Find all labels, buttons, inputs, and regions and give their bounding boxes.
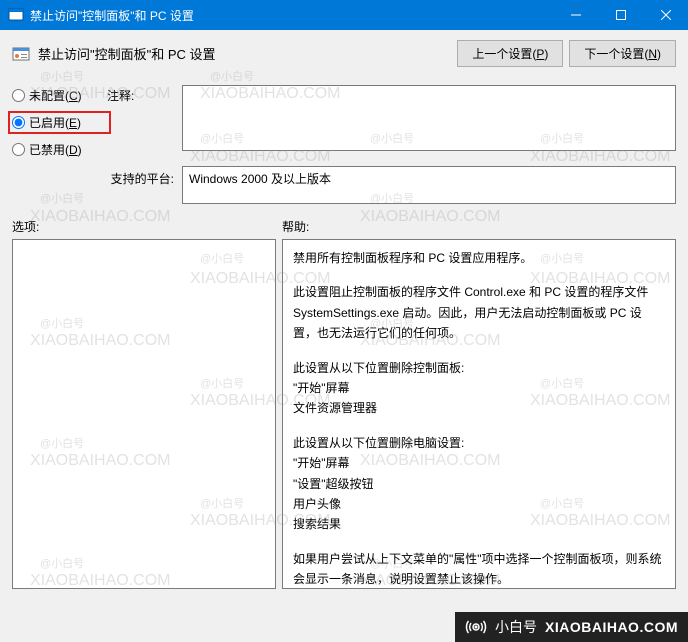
help-p4d: 搜索结果 bbox=[293, 514, 665, 534]
nav-buttons: 上一个设置(P) 下一个设置(N) bbox=[457, 40, 676, 67]
brand-footer: 小白号 XIAOBAIHAO.COM bbox=[455, 612, 688, 642]
help-p3a: "开始"屏幕 bbox=[293, 378, 665, 398]
radio-disabled-input[interactable] bbox=[12, 143, 25, 156]
previous-setting-button[interactable]: 上一个设置(P) bbox=[457, 40, 563, 67]
help-p1: 禁用所有控制面板程序和 PC 设置应用程序。 bbox=[293, 248, 665, 268]
help-p4: 此设置从以下位置删除电脑设置: bbox=[293, 433, 665, 453]
platform-text: Windows 2000 及以上版本 bbox=[182, 166, 676, 204]
window-title: 禁止访问"控制面板"和 PC 设置 bbox=[30, 7, 553, 24]
dialog-content: 禁止访问"控制面板"和 PC 设置 上一个设置(P) 下一个设置(N) 未配置(… bbox=[0, 30, 688, 612]
radio-enabled-label: 已启用(E) bbox=[29, 114, 81, 131]
radio-not-configured-label: 未配置(C) bbox=[29, 87, 82, 104]
policy-icon bbox=[12, 45, 30, 63]
radio-disabled-label: 已禁用(D) bbox=[29, 141, 82, 158]
radio-not-configured[interactable]: 未配置(C) bbox=[12, 87, 107, 104]
minimize-button[interactable] bbox=[553, 0, 598, 30]
help-p2: 此设置阻止控制面板的程序文件 Control.exe 和 PC 设置的程序文件 … bbox=[293, 282, 665, 343]
window-titlebar: 禁止访问"控制面板"和 PC 设置 bbox=[0, 0, 688, 30]
header-row: 禁止访问"控制面板"和 PC 设置 上一个设置(P) 下一个设置(N) bbox=[12, 40, 676, 67]
help-label: 帮助: bbox=[282, 218, 309, 235]
radio-enabled-input[interactable] bbox=[12, 116, 25, 129]
lower-panels: 禁用所有控制面板程序和 PC 设置应用程序。 此设置阻止控制面板的程序文件 Co… bbox=[12, 239, 676, 589]
help-p4b: "设置"超级按钮 bbox=[293, 474, 665, 494]
options-panel bbox=[12, 239, 276, 589]
next-setting-button[interactable]: 下一个设置(N) bbox=[569, 40, 676, 67]
brand-name-cn: 小白号 bbox=[495, 617, 537, 637]
radio-disabled[interactable]: 已禁用(D) bbox=[12, 141, 107, 158]
brand-url: XIAOBAIHAO.COM bbox=[545, 619, 678, 635]
brand-icon bbox=[465, 616, 487, 638]
help-panel: 禁用所有控制面板程序和 PC 设置应用程序。 此设置阻止控制面板的程序文件 Co… bbox=[282, 239, 676, 589]
help-p3b: 文件资源管理器 bbox=[293, 398, 665, 418]
policy-title: 禁止访问"控制面板"和 PC 设置 bbox=[38, 44, 457, 63]
section-labels: 选项: 帮助: bbox=[12, 218, 676, 235]
help-p4a: "开始"屏幕 bbox=[293, 453, 665, 473]
radio-group: 未配置(C) 已启用(E) 已禁用(D) bbox=[12, 85, 107, 158]
maximize-button[interactable] bbox=[598, 0, 643, 30]
help-p3: 此设置从以下位置删除控制面板: bbox=[293, 358, 665, 378]
options-label: 选项: bbox=[12, 218, 282, 235]
help-p4c: 用户头像 bbox=[293, 494, 665, 514]
window-controls bbox=[553, 0, 688, 30]
radio-enabled[interactable]: 已启用(E) bbox=[8, 111, 111, 134]
comment-label: 注释: bbox=[107, 85, 182, 158]
close-button[interactable] bbox=[643, 0, 688, 30]
comment-textarea[interactable] bbox=[182, 85, 676, 151]
platform-row: 支持的平台: Windows 2000 及以上版本 bbox=[12, 166, 676, 204]
help-p5: 如果用户尝试从上下文菜单的"属性"项中选择一个控制面板项，则系统会显示一条消息，… bbox=[293, 549, 665, 589]
radio-not-configured-input[interactable] bbox=[12, 89, 25, 102]
window-icon bbox=[8, 7, 24, 23]
platform-label: 支持的平台: bbox=[12, 166, 182, 204]
config-row: 未配置(C) 已启用(E) 已禁用(D) 注释: bbox=[12, 85, 676, 158]
